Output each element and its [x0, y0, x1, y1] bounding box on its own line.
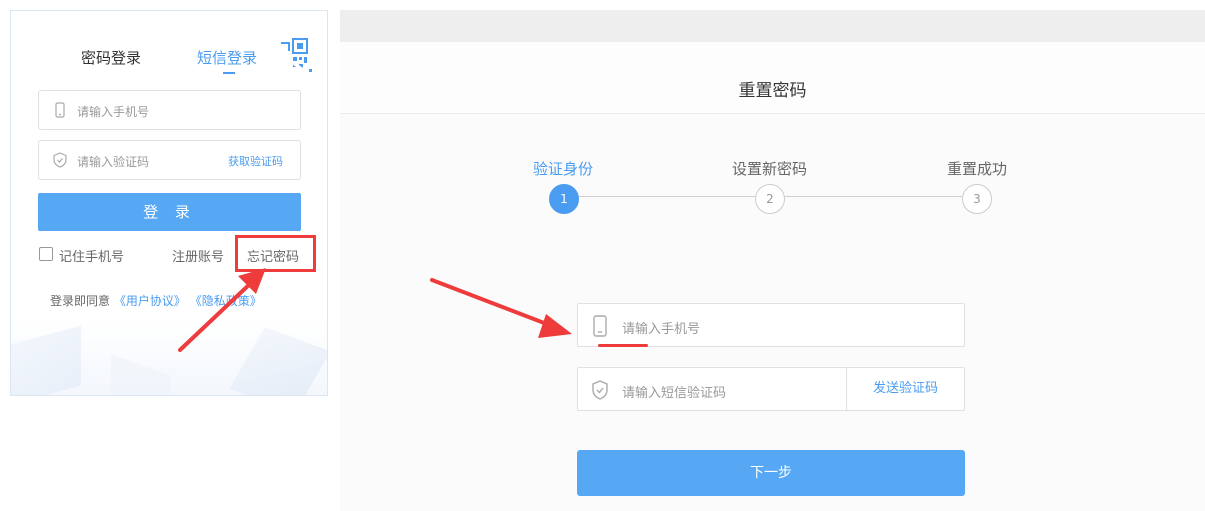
code-placeholder: 请输入验证码 [77, 155, 150, 169]
background-decoration [111, 354, 171, 395]
shield-icon [592, 380, 608, 400]
step-1-label: 验证身份 [533, 160, 594, 178]
shield-icon [53, 152, 67, 168]
top-bar [340, 10, 1205, 42]
step-3-indicator: 3 [962, 184, 992, 214]
sms-code-placeholder: 请输入短信验证码 [622, 386, 727, 401]
reset-header: 重置密码 [340, 42, 1205, 114]
forgot-password-highlight [235, 235, 316, 272]
privacy-policy-link[interactable]: 《隐私政策》 [190, 294, 262, 308]
page-title: 重置密码 [738, 81, 807, 101]
sms-code-field[interactable]: 请输入短信验证码 发送验证码 [577, 367, 965, 411]
user-agreement-link[interactable]: 《用户协议》 [114, 294, 186, 308]
tab-password-login[interactable]: 密码登录 [81, 47, 141, 68]
register-link[interactable]: 注册账号 [172, 246, 224, 265]
reset-phone-placeholder: 请输入手机号 [622, 322, 701, 337]
phone-icon [593, 315, 607, 337]
agree-prefix: 登录即同意 [50, 294, 111, 308]
phone-placeholder: 请输入手机号 [77, 105, 150, 119]
login-panel: 密码登录 短信登录 请输入手机号 请输入验证码 获取验证码 登 录 记住手机号 … [10, 10, 328, 396]
step-connector [579, 196, 755, 197]
code-field[interactable]: 请输入验证码 获取验证码 [38, 140, 301, 180]
phone-field-highlight [598, 344, 648, 347]
active-tab-indicator [223, 72, 235, 74]
phone-icon [55, 102, 65, 118]
step-2-indicator: 2 [755, 184, 785, 214]
step-1-indicator: 1 [549, 184, 579, 214]
qr-code-icon[interactable] [279, 37, 315, 77]
next-step-button[interactable]: 下一步 [577, 450, 965, 496]
remember-checkbox[interactable] [39, 247, 53, 261]
login-button[interactable]: 登 录 [38, 193, 301, 231]
agreement-text: 登录即同意 《用户协议》 《隐私政策》 [50, 292, 262, 309]
reset-phone-field[interactable]: 请输入手机号 [577, 303, 965, 347]
step-connector [785, 196, 962, 197]
background-decoration [229, 327, 327, 395]
step-2-label: 设置新密码 [732, 160, 808, 178]
tab-sms-login[interactable]: 短信登录 [197, 47, 257, 68]
get-code-button[interactable]: 获取验证码 [228, 153, 283, 169]
send-code-button[interactable]: 发送验证码 [846, 368, 964, 410]
background-decoration [11, 325, 81, 395]
remember-label[interactable]: 记住手机号 [59, 246, 124, 265]
phone-field[interactable]: 请输入手机号 [38, 90, 301, 130]
step-3-label: 重置成功 [947, 160, 1008, 178]
reset-password-panel: 重置密码 验证身份 设置新密码 重置成功 1 2 3 请输入手机号 请输入短信验… [340, 10, 1205, 511]
